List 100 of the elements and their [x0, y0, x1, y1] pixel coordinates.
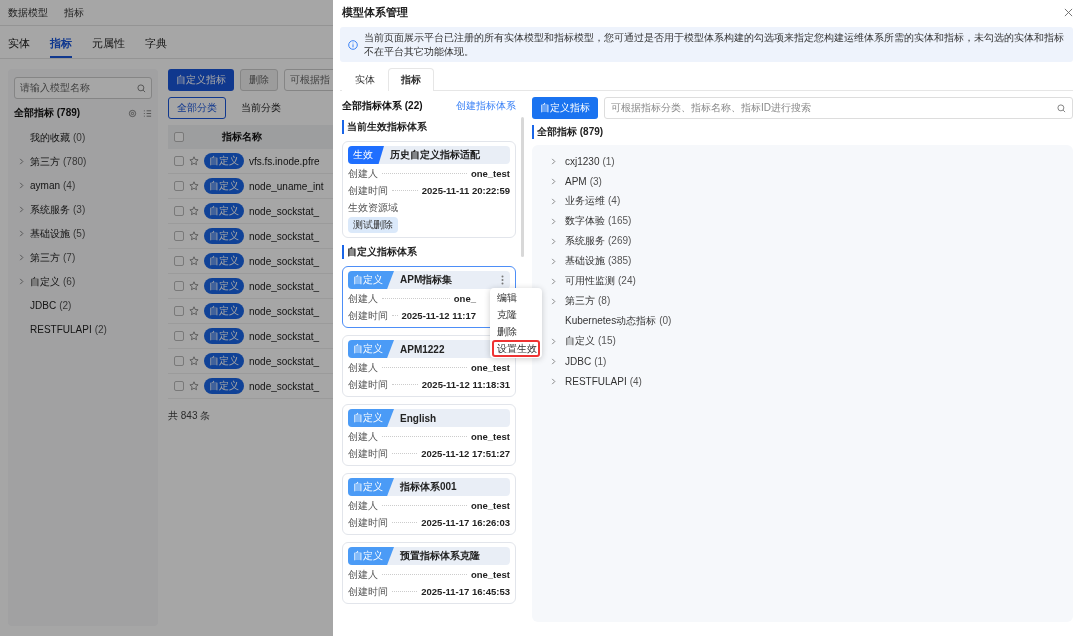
select-all-checkbox[interactable]: [174, 132, 184, 142]
status-tag: 生效: [348, 146, 384, 164]
row-checkbox[interactable]: [174, 356, 184, 366]
more-icon[interactable]: [501, 275, 504, 285]
tree-item[interactable]: Kubernetes动态指标 (0): [550, 311, 672, 331]
tab[interactable]: 指标: [388, 68, 434, 91]
tab[interactable]: 实体: [8, 36, 30, 58]
tree-item[interactable]: cxj1230 (1): [550, 151, 615, 171]
card-title: 指标体系001: [400, 480, 457, 494]
create-link[interactable]: 创建指标体系: [456, 99, 516, 113]
row-checkbox[interactable]: [174, 381, 184, 391]
row-checkbox[interactable]: [174, 206, 184, 216]
tree-item[interactable]: RESTFULAPI (2): [14, 319, 152, 340]
row-checkbox[interactable]: [174, 306, 184, 316]
row-checkbox[interactable]: [174, 156, 184, 166]
list-icon[interactable]: [143, 108, 152, 118]
tab[interactable]: 元属性: [92, 36, 125, 58]
tree-item[interactable]: 自定义 (6): [14, 271, 152, 292]
chevron-right-icon[interactable]: [18, 230, 25, 237]
tree-item[interactable]: 基础设施 (5): [14, 223, 152, 244]
status-tag: 自定义: [348, 478, 394, 496]
delete-button[interactable]: 删除: [240, 69, 278, 91]
chevron-right-icon[interactable]: [18, 278, 25, 285]
tree-item[interactable]: 业务运维 (4): [550, 191, 621, 211]
chevron-right-icon[interactable]: [550, 357, 557, 365]
chevron-right-icon[interactable]: [550, 297, 557, 305]
custom-metric-button[interactable]: 自定义指标: [168, 69, 234, 91]
card-title: APM1222: [400, 343, 445, 355]
chevron-right-icon[interactable]: [550, 217, 557, 225]
chevron-right-icon[interactable]: [550, 277, 557, 285]
chevron-right-icon[interactable]: [550, 197, 557, 205]
star-icon[interactable]: [189, 231, 199, 241]
tree-item[interactable]: 基础设施 (385): [550, 251, 632, 271]
tree-item[interactable]: 第三方 (8): [550, 291, 611, 311]
breadcrumb-item[interactable]: 指标: [64, 5, 84, 20]
row-checkbox[interactable]: [174, 256, 184, 266]
status-tag: 自定义: [348, 409, 394, 427]
breadcrumb-item[interactable]: 数据模型: [8, 5, 48, 20]
custom-metric-button[interactable]: 自定义指标: [532, 97, 598, 119]
system-card[interactable]: 自定义 English 创建人 one_test 创建时间 2025-11-12 17:51:27: [342, 404, 516, 466]
chevron-right-icon[interactable]: [18, 182, 25, 189]
tree-item[interactable]: 第三方 (7): [14, 247, 152, 268]
field-label: 创建时间: [348, 377, 388, 392]
tree-item[interactable]: 系统服务 (269): [550, 231, 632, 251]
chevron-right-icon[interactable]: [550, 257, 557, 265]
table-cell: node_sockstat_: [249, 305, 320, 317]
star-icon[interactable]: [189, 256, 199, 266]
search-field[interactable]: 可根据指标分类、指标名称、指标ID进行搜索: [604, 97, 1073, 119]
tree-item[interactable]: APM (3): [550, 171, 602, 191]
tree-item[interactable]: ayman (4): [14, 175, 152, 196]
row-checkbox[interactable]: [174, 231, 184, 241]
status-tag: 自定义: [348, 271, 394, 289]
chevron-right-icon[interactable]: [18, 254, 25, 261]
tab[interactable]: 指标: [50, 36, 72, 58]
chevron-right-icon[interactable]: [550, 337, 557, 345]
chevron-right-icon[interactable]: [550, 377, 557, 385]
row-checkbox[interactable]: [174, 331, 184, 341]
search-field[interactable]: 请输入模型名称: [14, 77, 152, 99]
row-checkbox[interactable]: [174, 181, 184, 191]
chevron-right-icon[interactable]: [550, 177, 557, 185]
settings-icon[interactable]: [128, 108, 137, 118]
field-value: one_test: [470, 431, 510, 442]
star-icon[interactable]: [189, 156, 199, 166]
search-icon[interactable]: [137, 83, 146, 93]
star-icon[interactable]: [189, 306, 199, 316]
scrollbar[interactable]: [521, 117, 524, 257]
section-heading: 全部指标 (879): [532, 125, 604, 139]
chevron-right-icon[interactable]: [550, 237, 557, 245]
tree-item[interactable]: 系统服务 (3): [14, 199, 152, 220]
tree-item[interactable]: 我的收藏 (0): [14, 127, 152, 148]
tree-item[interactable]: JDBC (2): [14, 295, 152, 316]
domain-chip: 测试删除: [348, 217, 398, 233]
chevron-right-icon[interactable]: [550, 157, 557, 165]
close-icon[interactable]: [1064, 7, 1073, 17]
chevron-right-icon[interactable]: [18, 158, 25, 165]
tree-item[interactable]: JDBC (1): [550, 351, 607, 371]
search-icon[interactable]: [1057, 103, 1066, 113]
star-icon[interactable]: [189, 356, 199, 366]
system-card[interactable]: 自定义 指标体系001 创建人 one_test 创建时间 2025-11-17 16:26:03: [342, 473, 516, 535]
system-card[interactable]: 生效 历史自定义指标适配 创建人 one_test 创建时间 2025-11-11 20:22:59 生效资源域 测试删除: [342, 141, 516, 238]
tree-item[interactable]: 第三方 (780): [14, 151, 152, 172]
field-label: 创建人: [348, 429, 378, 444]
system-card[interactable]: 自定义 预置指标体系克隆 创建人 one_test 创建时间 2025-11-17 16:45:53: [342, 542, 516, 604]
custom-tag: 自定义: [204, 253, 244, 269]
field-value: one_: [453, 293, 476, 304]
star-icon[interactable]: [189, 281, 199, 291]
star-icon[interactable]: [189, 331, 199, 341]
tree-item[interactable]: RESTFULAPI (4): [550, 371, 642, 391]
chevron-right-icon[interactable]: [18, 206, 25, 213]
tree-item[interactable]: 自定义 (15): [550, 331, 616, 351]
segment-tab[interactable]: 全部分类: [168, 97, 226, 119]
field-label: 创建人: [348, 291, 378, 306]
star-icon[interactable]: [189, 181, 199, 191]
menu-item[interactable]: 设置生效: [492, 340, 540, 357]
star-icon[interactable]: [189, 206, 199, 216]
tab[interactable]: 字典: [145, 36, 167, 58]
star-icon[interactable]: [189, 381, 199, 391]
row-checkbox[interactable]: [174, 281, 184, 291]
tree-item[interactable]: 可用性监测 (24): [550, 271, 636, 291]
tree-item[interactable]: 数字体验 (165): [550, 211, 632, 231]
